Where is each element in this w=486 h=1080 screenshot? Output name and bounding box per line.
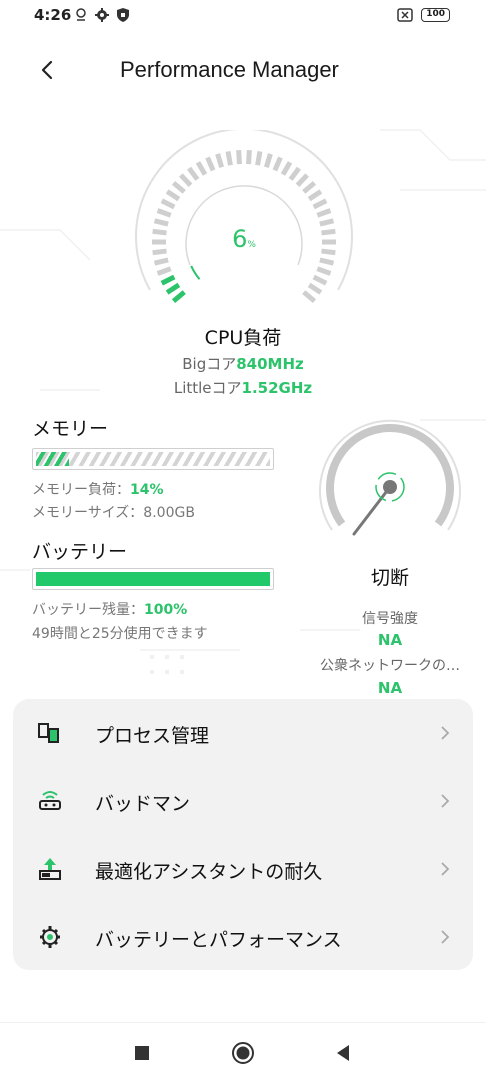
- cpu-gauge-tick: [195, 161, 208, 176]
- back-arrow-icon[interactable]: [34, 56, 62, 84]
- memory-title: メモリー: [32, 418, 109, 440]
- cpu-gauge-tick: [316, 266, 332, 276]
- cpu-gauge-tick: [312, 274, 328, 286]
- menu-item-label: プロセス管理: [95, 725, 210, 747]
- menu-item-process-management[interactable]: プロセス管理: [13, 699, 473, 767]
- cpu-gauge-tick: [179, 173, 193, 187]
- location-pin-icon: [76, 8, 86, 21]
- battery-title: バッテリー: [32, 541, 128, 563]
- cpu-gauge-tick: [187, 166, 200, 181]
- status-time: 4:26: [34, 6, 72, 24]
- settings-gear-icon: [95, 8, 109, 22]
- cpu-gauge-tick: [165, 189, 181, 202]
- cpu-gauge-tick: [160, 198, 176, 210]
- cpu-gauge-tick: [215, 153, 225, 168]
- cpu-gauge: 6%: [132, 127, 356, 330]
- menu-item-optimization-assistant[interactable]: 最適化アシスタントの耐久: [13, 835, 473, 903]
- battery-usage-line: 49時間と25分使用できます: [32, 626, 208, 642]
- cpu-gauge-tick: [171, 180, 186, 194]
- cpu-gauge-tick: [236, 150, 242, 165]
- cpu-gauge-tick: [316, 208, 332, 218]
- battery-progress-bar: [32, 568, 274, 590]
- cpu-gauge-tick: [295, 173, 309, 187]
- network-status: 切断: [370, 567, 409, 589]
- public-network-label: 公衆ネットワークの…: [320, 658, 460, 674]
- chevron-right-icon: [441, 794, 450, 808]
- back-triangle-icon[interactable]: [331, 1041, 355, 1065]
- memory-progress-fill: [36, 452, 69, 466]
- cpu-gauge-tick: [153, 218, 169, 227]
- cpu-gauge-tick: [319, 257, 335, 266]
- cpu-gauge-tick: [302, 180, 317, 194]
- process-icon: [38, 723, 59, 743]
- battery-icon: 100: [421, 8, 450, 22]
- cpu-gauge-tick: [205, 156, 216, 172]
- home-circle-icon[interactable]: [231, 1041, 255, 1065]
- chevron-right-icon: [441, 930, 450, 944]
- cpu-gauge-tick: [288, 166, 301, 181]
- cpu-gauge-tick: [319, 218, 335, 227]
- cpu-gauge-tick: [263, 153, 273, 168]
- system-navigation-bar: [0, 1022, 486, 1080]
- cpu-gauge-tick: [156, 266, 172, 276]
- menu-item-label: 最適化アシスタントの耐久: [95, 861, 323, 883]
- page-title: Performance Manager: [120, 57, 339, 82]
- cpu-gauge-tick: [165, 282, 181, 295]
- signal-strength-label: 信号強度: [362, 611, 418, 627]
- cpu-gauge-tick: [153, 257, 169, 266]
- cpu-little-core-line: Littleコア1.52GHz: [173, 379, 313, 397]
- memory-size-line: メモリーサイズ：8.00GB: [32, 505, 195, 521]
- menu-item-label: バッドマン: [95, 793, 191, 815]
- sim-x-icon: [397, 8, 413, 22]
- cpu-gauge-tick: [255, 150, 263, 166]
- cpu-gauge-tick: [307, 189, 323, 202]
- public-network-value: NA: [377, 679, 403, 697]
- cpu-gauge-tick: [307, 282, 323, 295]
- shield-icon: [117, 8, 129, 22]
- memory-progress-bar: [32, 448, 274, 470]
- cpu-gauge-tick: [160, 274, 176, 286]
- cpu-gauge-progress-arc: [190, 265, 201, 280]
- battery-remaining-line: バッテリー残量：100%: [32, 602, 188, 618]
- cpu-gauge-tick: [272, 156, 283, 172]
- cpu-gauge-tick: [280, 161, 293, 176]
- chevron-right-icon: [441, 726, 450, 740]
- menu-item-label: バッテリーとパフォーマンス: [95, 929, 342, 951]
- menu-item-badman[interactable]: バッドマン: [13, 767, 473, 835]
- cpu-gauge-tick: [171, 290, 186, 304]
- router-icon: [39, 791, 61, 810]
- recents-square-icon[interactable]: [130, 1041, 154, 1065]
- gear-icon: [40, 926, 60, 948]
- cpu-gauge-tick: [246, 150, 252, 165]
- cpu-load-label: CPU負荷: [204, 327, 282, 349]
- tools-menu-card: プロセス管理 バッドマン 最適化アシスタントの耐久 バッテリーとパフォーマンス: [13, 699, 473, 970]
- header: Performance Manager: [0, 48, 486, 92]
- cpu-load-value: 6%: [232, 225, 256, 253]
- signal-strength-value: NA: [377, 631, 403, 649]
- cpu-gauge-tick: [312, 198, 328, 210]
- menu-item-battery-performance[interactable]: バッテリーとパフォーマンス: [13, 903, 473, 971]
- battery-progress-fill: [36, 572, 270, 586]
- cpu-big-core-line: Bigコア840MHz: [182, 355, 304, 373]
- cpu-gauge-tick: [302, 290, 317, 304]
- status-bar: 4:26 100: [0, 0, 486, 32]
- network-gauge: [312, 412, 468, 562]
- memory-load-line: メモリー負荷：14%: [32, 482, 164, 498]
- upload-battery-icon: [39, 858, 61, 880]
- chevron-right-icon: [441, 862, 450, 876]
- cpu-gauge-tick: [156, 208, 172, 218]
- cpu-gauge-tick: [225, 150, 233, 166]
